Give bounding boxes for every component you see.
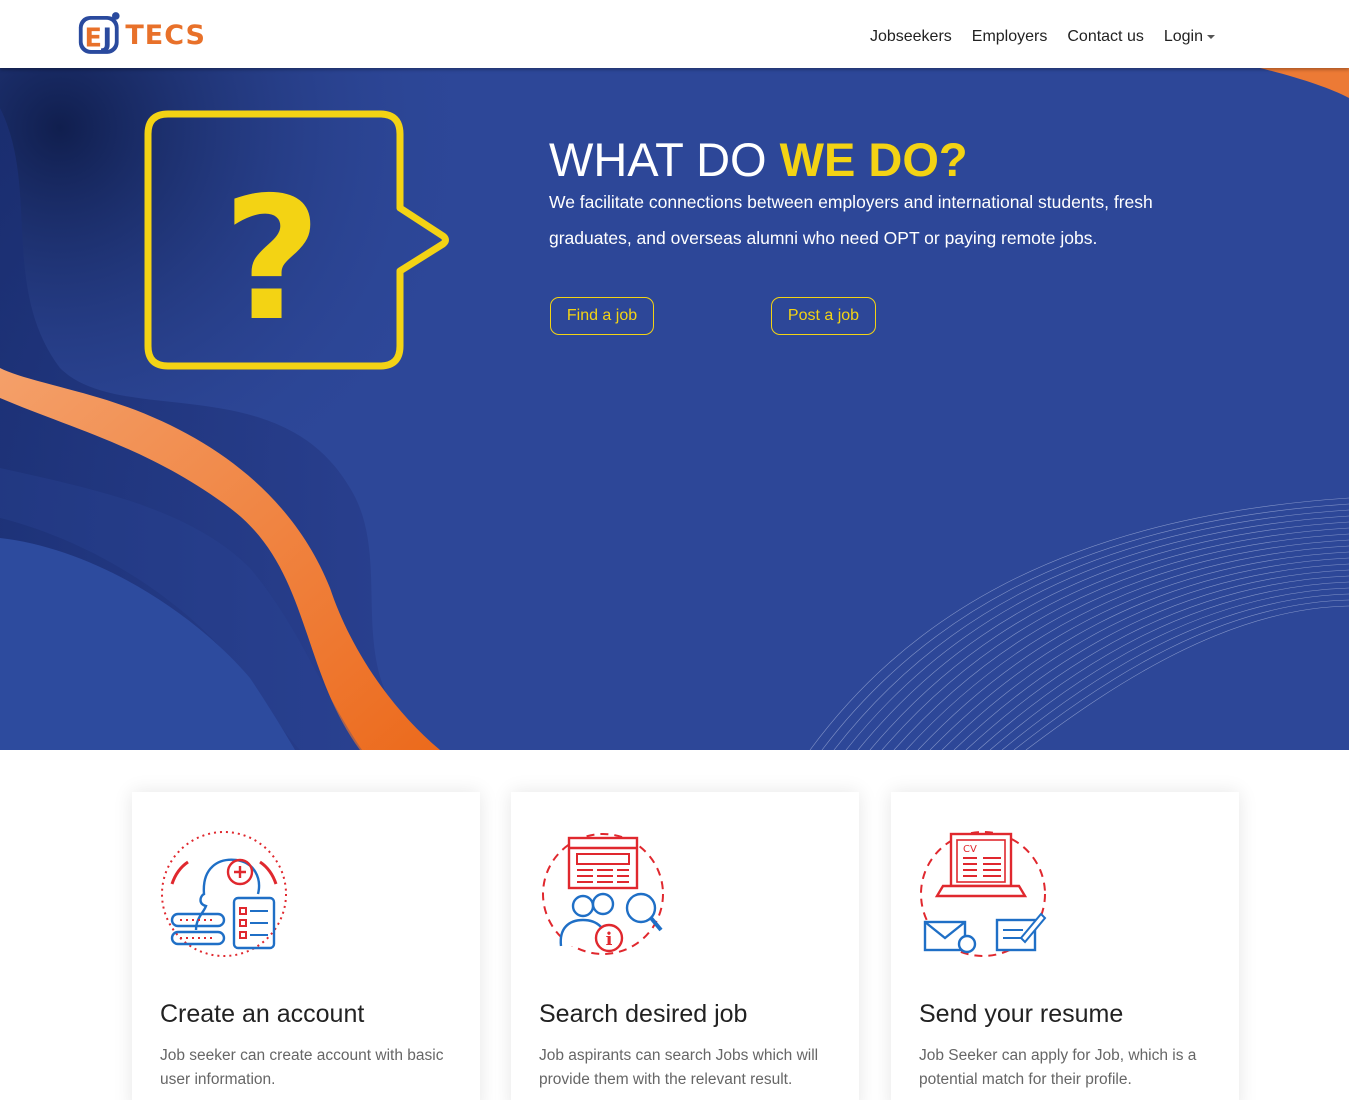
svg-text:E: E <box>85 23 102 53</box>
hero-section: ? WHAT DO WE DO? We facilitate connectio… <box>0 68 1349 750</box>
card-text: Job Seeker can apply for Job, which is a… <box>919 1047 1197 1088</box>
svg-text:i: i <box>606 929 613 950</box>
card-title: Search desired job <box>539 1000 748 1028</box>
logo-text: TECS <box>125 19 206 51</box>
hero-description: We facilitate connections between employ… <box>549 192 1153 248</box>
user-account-icon <box>161 831 287 957</box>
card-create-account: Create an account Job seeker can create … <box>132 792 480 1100</box>
card-search-job: i Search desired job Job aspirants can s… <box>511 792 859 1100</box>
nav-login[interactable]: Login <box>1164 28 1215 46</box>
hero-title: WHAT DO WE DO? <box>549 132 968 187</box>
site-header: E J TECS Jobseekers Employers Contact us… <box>0 0 1349 68</box>
main-nav: Jobseekers Employers Contact us Login <box>870 28 1215 46</box>
svg-text:CV: CV <box>963 844 977 855</box>
card-title: Send your resume <box>919 1000 1124 1028</box>
nav-jobseekers[interactable]: Jobseekers <box>870 28 952 46</box>
chevron-down-icon <box>1207 34 1215 39</box>
hero-title-plain: WHAT DO <box>549 133 780 186</box>
nav-contact-us[interactable]: Contact us <box>1067 28 1143 46</box>
card-text: Job seeker can create account with basic… <box>160 1047 444 1088</box>
hero-title-accent: WE DO? <box>779 133 968 186</box>
card-send-resume: CV Send your resume Job Seeker can apply… <box>891 792 1239 1100</box>
nav-employers[interactable]: Employers <box>972 28 1048 46</box>
logo-mark-icon: E J <box>78 12 120 54</box>
post-job-button[interactable]: Post a job <box>771 297 876 335</box>
card-text: Job aspirants can search Jobs which will… <box>539 1047 819 1088</box>
svg-text:J: J <box>101 23 113 53</box>
nav-login-label: Login <box>1163 28 1203 45</box>
find-job-button[interactable]: Find a job <box>550 297 654 335</box>
logo[interactable]: E J TECS <box>76 8 206 58</box>
svg-text:?: ? <box>223 161 322 359</box>
card-title: Create an account <box>160 1000 365 1028</box>
resume-send-icon: CV <box>920 831 1047 957</box>
job-search-icon: i <box>542 833 664 955</box>
